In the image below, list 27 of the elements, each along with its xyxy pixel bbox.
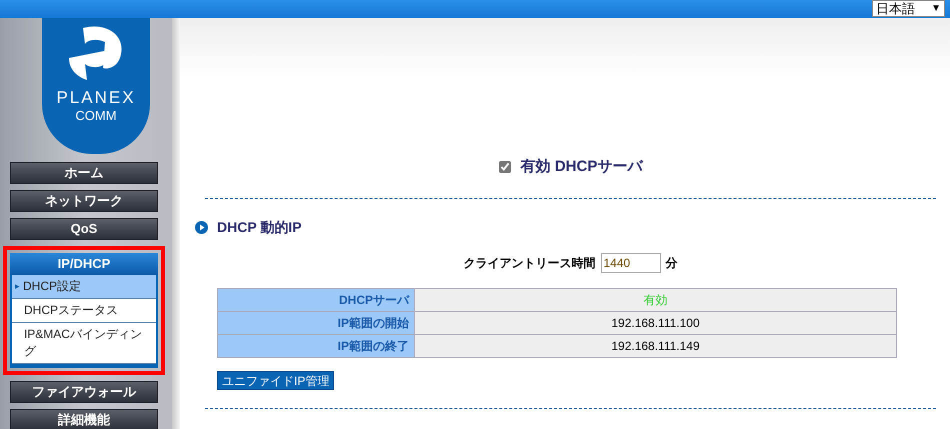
nav-button[interactable]: ホーム bbox=[10, 162, 158, 184]
unified-ip-button[interactable]: ユニファイドIP管理 bbox=[217, 371, 334, 390]
row-label: IP範囲の開始 bbox=[218, 312, 414, 334]
lease-label: クライアントリース時間 bbox=[464, 255, 596, 272]
enable-label: 有効 DHCPサーバ bbox=[520, 156, 642, 177]
row-value: 有効 bbox=[414, 288, 896, 312]
nav-button[interactable]: 詳細機能 bbox=[10, 409, 158, 429]
row-value: 192.168.111.100 bbox=[414, 312, 896, 334]
section-title: DHCP 動的IP bbox=[217, 218, 302, 237]
submenu-item[interactable]: IP&MACバインディング bbox=[12, 323, 156, 364]
nav-button[interactable]: IP/DHCP bbox=[10, 253, 158, 275]
unit-label: 分 bbox=[666, 255, 678, 272]
submenu-item[interactable]: ▸ DHCP設定 bbox=[12, 275, 156, 299]
nav-button[interactable]: ファイアウォール bbox=[10, 381, 158, 403]
logo-text: PLANEX bbox=[56, 88, 136, 108]
logo-text: COMM bbox=[75, 108, 117, 124]
language-select[interactable]: 日本語 ▼ bbox=[872, 0, 945, 17]
enable-checkbox[interactable] bbox=[498, 161, 511, 173]
play-circle-icon bbox=[195, 221, 208, 234]
row-value: 192.168.111.149 bbox=[414, 334, 896, 358]
row-label: DHCPサーバ bbox=[218, 288, 414, 312]
row-label: IP範囲の終了 bbox=[218, 334, 414, 358]
lease-input[interactable]: 1440 bbox=[600, 253, 660, 273]
marker-icon: ▸ bbox=[15, 278, 20, 295]
nav-button[interactable]: QoS bbox=[10, 218, 158, 240]
nav-button[interactable]: ネットワーク bbox=[10, 190, 158, 212]
submenu-item[interactable]: DHCPステータス bbox=[12, 299, 156, 323]
